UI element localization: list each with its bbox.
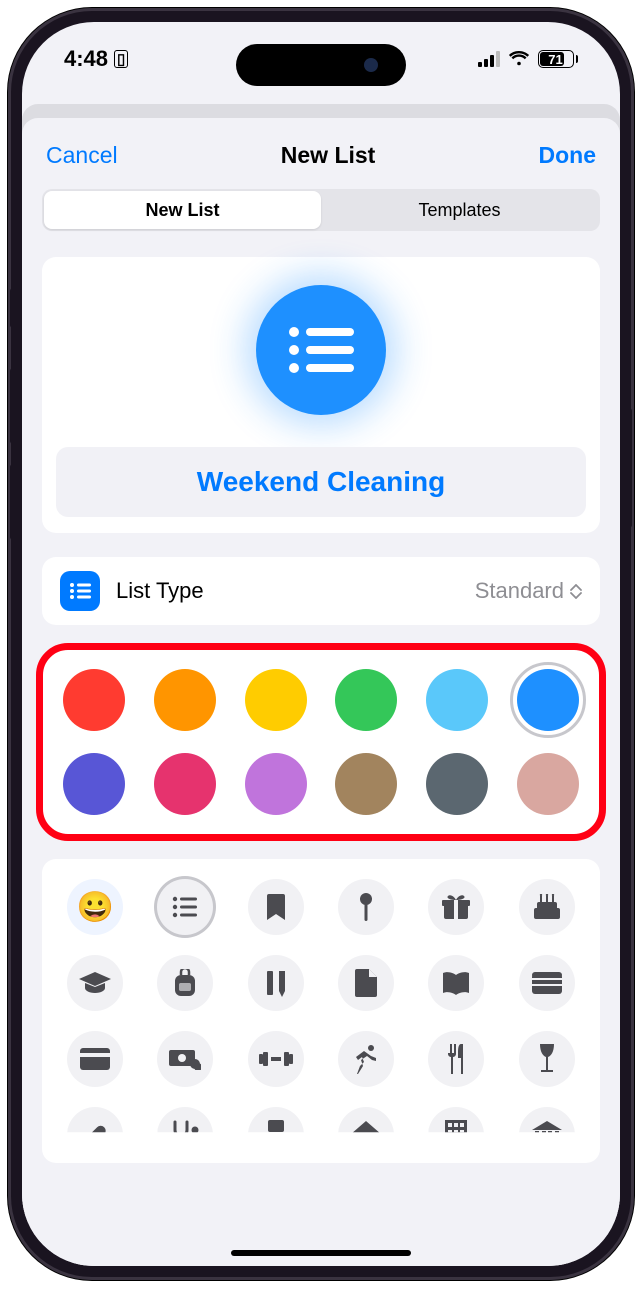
cancel-button[interactable]: Cancel (46, 142, 118, 169)
building-icon[interactable] (428, 1107, 484, 1163)
pill-icon[interactable] (67, 1107, 123, 1163)
color-swatch-9[interactable] (335, 753, 397, 815)
chair-icon[interactable] (248, 1107, 304, 1163)
volume-down-button (10, 464, 17, 540)
nav-title: New List (281, 142, 376, 169)
bank-icon[interactable] (519, 1107, 575, 1163)
running-icon[interactable] (338, 1031, 394, 1087)
backpack-icon[interactable] (157, 955, 213, 1011)
color-swatch-0[interactable] (63, 669, 125, 731)
credit-card-icon[interactable] (67, 1031, 123, 1087)
color-swatch-3[interactable] (335, 669, 397, 731)
color-swatch-5[interactable] (517, 669, 579, 731)
modal-sheet: Cancel New List Done New List Templates (22, 118, 620, 1266)
cellular-icon (478, 51, 500, 67)
dumbbell-icon[interactable] (248, 1031, 304, 1087)
book-icon[interactable] (428, 955, 484, 1011)
dynamic-island (236, 44, 406, 86)
battery-icon: 71 (538, 50, 579, 68)
icon-picker-card: 😀 (42, 859, 600, 1163)
bookmark-icon[interactable] (248, 879, 304, 935)
list-type-value: Standard (475, 578, 582, 604)
screen: 4:48 ▯ 71 Cancel New List Done (22, 22, 620, 1266)
pin-icon[interactable] (338, 879, 394, 935)
color-swatch-4[interactable] (426, 669, 488, 731)
volume-up-button (10, 368, 17, 444)
list-icon-preview (256, 285, 386, 415)
color-picker-card (42, 649, 600, 835)
tab-templates[interactable]: Templates (321, 191, 598, 229)
list-type-label: List Type (116, 578, 204, 604)
wifi-icon (508, 51, 530, 67)
wine-icon[interactable] (519, 1031, 575, 1087)
fork-knife-icon[interactable] (428, 1031, 484, 1087)
home-indicator[interactable] (231, 1250, 411, 1256)
color-swatch-1[interactable] (154, 669, 216, 731)
color-swatch-2[interactable] (245, 669, 307, 731)
color-swatch-11[interactable] (517, 753, 579, 815)
document-icon[interactable] (338, 955, 394, 1011)
color-swatch-8[interactable] (245, 753, 307, 815)
ruler-pencil-icon[interactable] (248, 955, 304, 1011)
list-type-icon (60, 571, 100, 611)
list-icon[interactable] (157, 879, 213, 935)
done-button[interactable]: Done (539, 142, 597, 169)
chevron-up-down-icon (570, 584, 582, 599)
smiley-icon[interactable]: 😀 (67, 879, 123, 935)
nav-bar: Cancel New List Done (22, 118, 620, 189)
list-name-input[interactable] (56, 447, 586, 517)
sim-icon: ▯ (114, 50, 128, 68)
stethoscope-icon[interactable] (157, 1107, 213, 1163)
segmented-control[interactable]: New List Templates (42, 189, 600, 231)
money-icon[interactable] (157, 1031, 213, 1087)
tab-new-list[interactable]: New List (44, 191, 321, 229)
list-preview-card (42, 257, 600, 533)
color-swatch-6[interactable] (63, 753, 125, 815)
list-type-row[interactable]: List Type Standard (42, 557, 600, 625)
color-swatch-7[interactable] (154, 753, 216, 815)
status-time: 4:48 (64, 46, 108, 72)
phone-frame: 4:48 ▯ 71 Cancel New List Done (8, 8, 634, 1280)
graduation-icon[interactable] (67, 955, 123, 1011)
cake-icon[interactable] (519, 879, 575, 935)
wallet-icon[interactable] (519, 955, 575, 1011)
house-icon[interactable] (338, 1107, 394, 1163)
gift-icon[interactable] (428, 879, 484, 935)
side-button (10, 288, 17, 328)
battery-pct: 71 (548, 52, 562, 67)
power-button (625, 408, 632, 528)
color-swatch-10[interactable] (426, 753, 488, 815)
